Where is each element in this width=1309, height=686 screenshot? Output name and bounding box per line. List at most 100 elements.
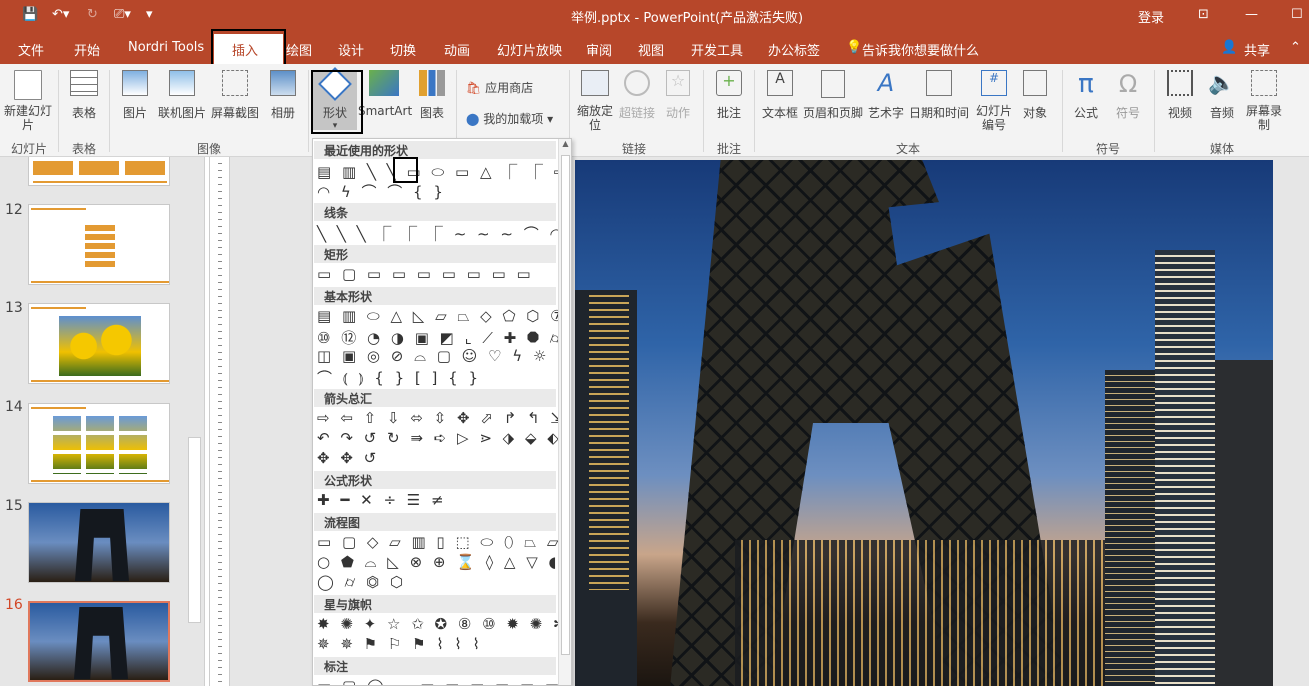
group-label-text: 文本 xyxy=(896,142,921,156)
undo-icon[interactable]: ↶▾ xyxy=(52,7,69,22)
stars-row-2[interactable]: ✵ ✵ ⚑ ⚐ ⚑ ⌇ ⌇ ⌇ xyxy=(317,635,483,653)
basic-shapes-row-3[interactable]: ◫ ▣ ◎ ⊘ ⌓ ▢ ☺ ♡ ϟ ☼ ☾ ☁ xyxy=(317,347,571,365)
arrows-row-2[interactable]: ↶ ↷ ↺ ↻ ⇛ ➪ ▷ ⋗ ⬗ ⬙ ⬖ ⬘ xyxy=(317,429,571,447)
tab-office-tab[interactable]: 办公标签 xyxy=(768,40,820,59)
table-icon xyxy=(70,70,98,96)
action-button[interactable]: ☆ 动作 xyxy=(661,70,695,121)
share-button[interactable]: 共享 xyxy=(1244,40,1270,59)
video-icon xyxy=(1167,70,1193,96)
picture-button[interactable]: 图片 xyxy=(118,70,152,121)
group-separator xyxy=(1154,70,1155,152)
tab-home[interactable]: 开始 xyxy=(74,40,100,59)
comment-button[interactable]: + 批注 xyxy=(712,70,746,121)
slide-thumbnail-13[interactable] xyxy=(28,303,170,384)
chart-button[interactable]: 图表 xyxy=(414,70,450,121)
lines-row[interactable]: ╲ ╲ ╲ ⎾ ⎾ ⎾ ∼ ∼ ∼ ⌒ ◠ ϟ xyxy=(317,223,571,244)
basic-shapes-row-2[interactable]: ⑩ ⑫ ◔ ◑ ▣ ◩ ⌞ ⟋ ✚ ⯃ ⌭ xyxy=(317,327,564,348)
group-label-images: 图像 xyxy=(197,142,222,156)
save-icon[interactable]: 💾 xyxy=(22,7,38,22)
online-picture-icon xyxy=(169,70,195,96)
header-footer-button[interactable]: 页眉和页脚 xyxy=(802,70,864,121)
textbox-label: 文本框 xyxy=(761,106,798,120)
rectangles-row[interactable]: ▭ ▢ ▭ ▭ ▭ ▭ ▭ ▭ ▭ xyxy=(317,265,534,283)
online-picture-button[interactable]: 联机图片 xyxy=(156,70,208,121)
panel-scrollbar-thumb[interactable] xyxy=(188,437,201,623)
slide-photo-cctv-building[interactable] xyxy=(575,160,1273,686)
login-link[interactable]: 登录 xyxy=(1138,7,1164,26)
tab-nordri-tools[interactable]: Nordri Tools xyxy=(128,40,204,55)
screen-recording-button[interactable]: 屏幕录制 xyxy=(1244,70,1284,132)
object-button[interactable]: 对象 xyxy=(1018,70,1052,121)
window-title: 举例.pptx - PowerPoint(产品激活失败) xyxy=(571,11,804,26)
group-label-comments: 批注 xyxy=(717,142,742,156)
section-block-arrows: 箭头总汇 xyxy=(314,389,556,407)
header-footer-label: 页眉和页脚 xyxy=(802,106,863,120)
section-lines: 线条 xyxy=(314,203,556,221)
textbox-button[interactable]: A 文本框 xyxy=(760,70,800,121)
symbol-button[interactable]: Ω 符号 xyxy=(1110,70,1146,121)
slide-thumbnail-panel[interactable]: 12 13 14 15 16 xyxy=(0,157,205,686)
callouts-row[interactable]: ▭ ▢ ◯ ☁ ▭ ▭ ▭ ▭ ▭ ▭ ▭ ▭ xyxy=(317,677,571,685)
present-icon[interactable]: ⎚▾ xyxy=(114,7,131,22)
hyperlink-button[interactable]: 超链接 xyxy=(617,70,657,121)
slide-number-button[interactable]: # 幻灯片编号 xyxy=(972,70,1016,132)
section-stars-banners: 星与旗帜 xyxy=(314,595,556,613)
redo-icon[interactable]: ↻ xyxy=(87,7,98,22)
group-label-symbols: 符号 xyxy=(1096,142,1121,156)
smartart-button[interactable]: SmartArt xyxy=(358,70,412,118)
slide-thumbnail-12[interactable] xyxy=(28,204,170,285)
screenshot-button[interactable]: 屏幕截图 xyxy=(209,70,261,121)
album-button[interactable]: 相册 xyxy=(265,70,301,121)
tab-draw[interactable]: 绘图 xyxy=(286,40,312,59)
scroll-up-icon[interactable]: ▲ xyxy=(559,139,571,148)
flowchart-row-2[interactable]: ○ ⬟ ⌓ ◺ ⊗ ⊕ ⌛ ◊ △ ▽ ◖ ◗ xyxy=(317,553,571,571)
my-addins-button[interactable]: ⬤ 我的加载项 ▾ xyxy=(466,110,553,127)
tab-transitions[interactable]: 切换 xyxy=(390,40,416,59)
stars-row-1[interactable]: ✸ ✺ ✦ ☆ ✩ ✪ ⑧ ⑩ ✹ ✺ ✻ ✼ xyxy=(317,615,571,633)
arrows-row-1[interactable]: ⇨ ⇦ ⇧ ⇩ ⬄ ⇳ ✥ ⬀ ↱ ↰ ⇲ ↲ xyxy=(317,409,571,427)
group-separator xyxy=(308,70,309,152)
basic-shapes-row-4[interactable]: ⌒ ⦅ ⦆ { } [ ] { } xyxy=(317,367,481,388)
ribbon-display-icon[interactable]: ⊡ xyxy=(1198,7,1209,22)
tab-animations[interactable]: 动画 xyxy=(444,40,470,59)
tell-me-box[interactable]: 告诉我你想要做什么 xyxy=(862,40,979,59)
maximize-icon[interactable]: ☐ xyxy=(1291,7,1303,22)
flowchart-row-1[interactable]: ▭ ▢ ◇ ▱ ▥ ▯ ⬚ ⬭ ⬯ ⏢ ⏥ xyxy=(317,533,561,551)
tab-developer[interactable]: 开发工具 xyxy=(691,40,743,59)
audio-button[interactable]: 🔈 音频 xyxy=(1204,70,1240,121)
arrows-row-3[interactable]: ✥ ✥ ↺ xyxy=(317,449,379,467)
tab-design[interactable]: 设计 xyxy=(338,40,364,59)
menu-scrollbar-thumb[interactable] xyxy=(561,155,570,655)
recent-shapes-row-2[interactable]: ◠ ϟ ⌒ ⌒ { } xyxy=(317,181,446,202)
store-icon: 🛍 xyxy=(466,81,482,95)
slide-thumbnail-11[interactable] xyxy=(28,157,170,186)
equation-shapes-row[interactable]: ✚ ━ ✕ ÷ ☰ ≠ xyxy=(317,491,447,509)
video-button[interactable]: 视频 xyxy=(1162,70,1198,121)
tab-review[interactable]: 审阅 xyxy=(586,40,612,59)
zoom-button[interactable]: 缩放定位 xyxy=(575,70,615,132)
collapse-icon[interactable]: ⌃ xyxy=(1290,40,1301,55)
slide-thumbnail-15[interactable] xyxy=(28,502,170,583)
recent-shapes-row[interactable]: ▤ ▥ ╲ ╲ ▭ ⬭ ▭ △ ⎾ ⎾ ⇨ ⇩ xyxy=(317,161,571,182)
equation-button[interactable]: π 公式 xyxy=(1068,70,1104,121)
new-slide-button[interactable]: 新建幻灯片 xyxy=(4,70,52,132)
tab-slideshow[interactable]: 幻灯片放映 xyxy=(497,40,562,59)
datetime-button[interactable]: 日期和时间 xyxy=(908,70,970,121)
minimize-icon[interactable]: — xyxy=(1245,7,1258,22)
smartart-icon xyxy=(369,70,399,96)
slide-thumbnail-14[interactable] xyxy=(28,403,170,484)
person-icon: 👤 xyxy=(1221,40,1238,55)
table-button[interactable]: 表格 xyxy=(66,70,102,121)
store-button[interactable]: 🛍 应用商店 xyxy=(466,79,533,96)
menu-scrollbar[interactable]: ▲ xyxy=(558,139,571,685)
basic-shapes-row-1[interactable]: ▤ ▥ ⬭ △ ◺ ▱ ⏢ ◇ ⬠ ⬡ ⑦ ⑧ xyxy=(317,307,571,325)
wordart-button[interactable]: A 艺术字 xyxy=(866,70,906,121)
customize-qat-icon[interactable]: ▾ xyxy=(146,7,153,22)
group-separator xyxy=(1062,70,1063,152)
flowchart-row-3[interactable]: ◯ ⌭ ⏣ ⬡ xyxy=(317,573,406,591)
album-label: 相册 xyxy=(270,106,295,120)
tab-file[interactable]: 文件 xyxy=(18,40,44,59)
slide-thumbnail-16-selected[interactable] xyxy=(28,601,170,682)
tab-view[interactable]: 视图 xyxy=(638,40,664,59)
ribbon: 新建幻灯片 表格 图片 联机图片 屏幕截图 相册 形状 ▾ SmartArt 图… xyxy=(0,64,1309,157)
